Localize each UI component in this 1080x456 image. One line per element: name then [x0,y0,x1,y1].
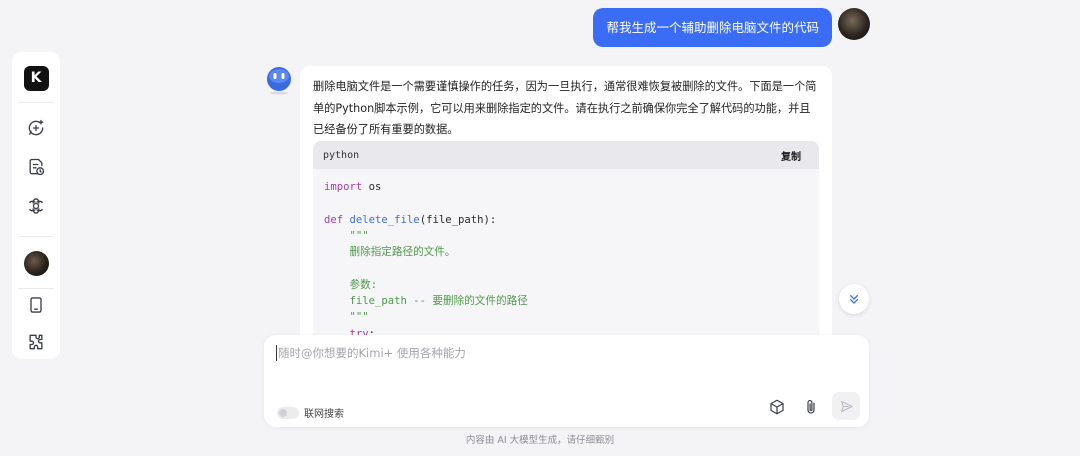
plugin-button[interactable] [20,326,52,358]
logo-button[interactable]: K [20,62,52,94]
user-message-bubble: 帮我生成一个辅助删除电脑文件的代码 [593,8,832,47]
code-block: python 复制 import os def delete_file(file_… [313,141,819,356]
kimi-logo: K [23,65,49,91]
sidebar: K [12,52,60,359]
explore-icon [29,198,43,214]
code-line: file_path -- 要删除的文件的路径 [324,295,528,308]
send-icon [840,400,853,412]
toggle-switch[interactable] [277,406,299,419]
tablet-icon [30,297,42,313]
new-chat-button[interactable] [20,112,52,144]
code-body: import os def delete_file(file_path): """… [313,169,819,342]
copy-code-button[interactable]: 复制 [781,148,801,163]
ai-disclaimer: 内容由 AI 大模型生成，请仔细甄别 [465,435,615,446]
code-line: """ [324,311,369,324]
user-profile-button[interactable] [20,247,52,279]
web-search-label: 联网搜索 [304,409,344,420]
paperclip-icon [807,399,815,414]
send-button[interactable] [832,392,860,420]
chat-input-box[interactable]: 随时@你想要的Kimi+ 使用各种能力 联网搜索 [264,335,869,427]
avatar [23,250,49,276]
kimi-plus-button[interactable] [765,395,789,419]
bot-message-text: 删除电脑文件是一个需要谨慎操作的任务，因为一旦执行，通常很难恢复被删除的文件。下… [313,80,817,136]
code-line: """ [324,229,369,242]
code-line: import os [324,181,382,193]
tablet-button[interactable] [20,289,52,321]
sidebar-divider [18,236,54,237]
history-icon [29,158,45,176]
explore-button[interactable] [20,190,52,222]
cube-icon [770,399,784,415]
new-chat-icon [28,119,44,136]
code-line: def delete_file(file_path): [324,213,497,226]
sidebar-divider [18,102,54,103]
plugin-icon [29,334,43,350]
code-block-header: python 复制 [313,141,819,169]
scroll-to-bottom-button[interactable] [839,284,869,314]
bot-message-card: 删除电脑文件是一个需要谨慎操作的任务，因为一旦执行，通常很难恢复被删除的文件。下… [300,66,832,356]
double-chevron-down-icon [850,295,858,304]
code-line: 参数: [324,278,378,291]
chat-input-placeholder[interactable]: 随时@你想要的Kimi+ 使用各种能力 [276,345,466,361]
history-button[interactable] [20,151,52,183]
web-search-toggle[interactable]: 联网搜索 [277,405,344,420]
user-avatar [838,8,870,40]
attach-file-button[interactable] [799,395,823,419]
code-language-label: python [323,149,360,161]
logo-letter: K [30,70,42,86]
kimi-bot-avatar [267,67,291,95]
code-line: 删除指定路径的文件。 [324,246,456,259]
